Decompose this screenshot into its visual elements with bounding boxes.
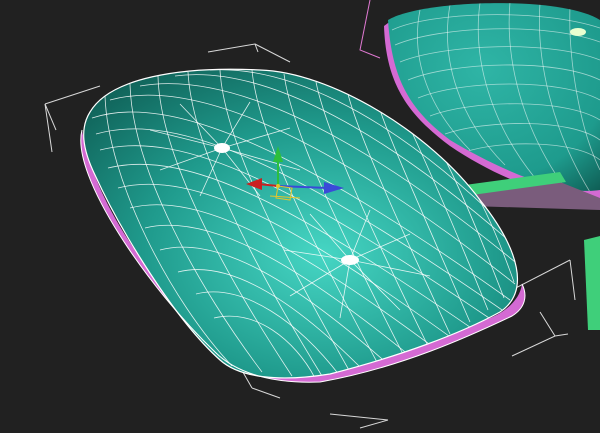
cushion-tuft-button	[214, 143, 230, 153]
viewport-scene[interactable]	[0, 0, 600, 433]
chair-selection-bracket	[359, 0, 381, 59]
chair-base-leg-right	[584, 236, 600, 330]
chair-seat-button	[570, 28, 586, 36]
3d-viewport[interactable]	[0, 0, 600, 433]
cushion-tuft-button	[341, 255, 359, 265]
gizmo-center-point[interactable]	[276, 184, 280, 188]
